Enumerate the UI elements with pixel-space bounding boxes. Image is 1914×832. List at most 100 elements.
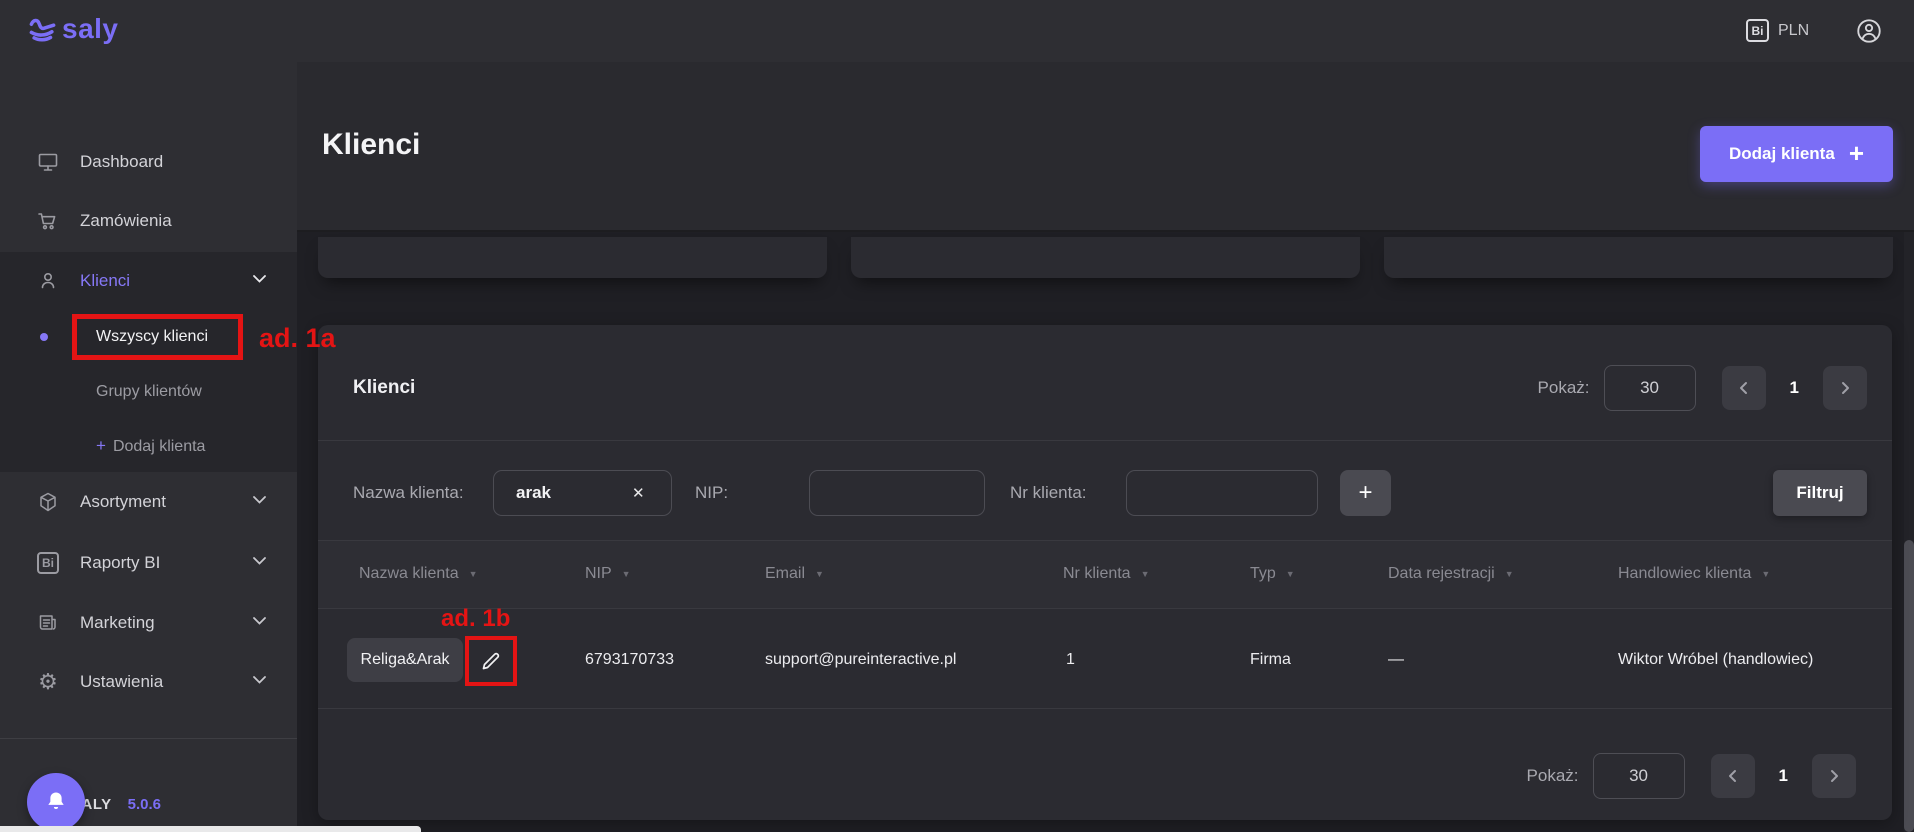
bottom-pagination: Pokaż: 30 1 — [1527, 753, 1856, 799]
nip-filter-label: NIP: — [695, 483, 728, 503]
nip-filter-input[interactable] — [809, 470, 985, 516]
active-bullet-icon — [40, 333, 48, 341]
table-row: ad. 1b Religa&Arak 6793170733 support@pu… — [318, 609, 1892, 708]
registration-date-cell: — — [1388, 651, 1404, 669]
next-page-button[interactable] — [1823, 366, 1867, 410]
type-cell: Firma — [1250, 651, 1291, 669]
sort-icon: ▼ — [1286, 569, 1295, 579]
sidebar-item-dashboard[interactable]: Dashboard — [0, 138, 297, 186]
scrollbar-thumb[interactable] — [1904, 540, 1914, 832]
sidebar-footer-divider — [0, 738, 297, 739]
client-name-cell[interactable]: Religa&Arak — [347, 638, 463, 682]
page-size-select[interactable]: 30 — [1604, 365, 1696, 411]
chevron-down-icon — [252, 616, 267, 626]
sidebar-item-label: Ustawienia — [80, 672, 163, 692]
person-icon — [36, 269, 60, 293]
sort-icon: ▼ — [622, 569, 631, 579]
next-page-button[interactable] — [1812, 754, 1856, 798]
sidebar-subitem-label: +Dodaj klienta — [96, 436, 205, 456]
chevron-down-icon — [252, 556, 267, 566]
chevron-down-icon — [252, 675, 267, 685]
page-title: Klienci — [322, 128, 420, 162]
clear-filter-icon[interactable]: ✕ — [632, 484, 645, 502]
edit-client-button[interactable] — [465, 636, 517, 686]
email-cell: support@pureinteractive.pl — [765, 651, 956, 669]
prev-page-button[interactable] — [1711, 754, 1755, 798]
stat-card-partial-3 — [1384, 237, 1893, 278]
plus-icon: + — [1849, 143, 1864, 163]
client-no-filter-label: Nr klienta: — [1010, 483, 1087, 503]
current-page-number: 1 — [1779, 766, 1788, 786]
sidebar: Dashboard Zamówienia Klienci Wszyscy kli… — [0, 62, 297, 832]
column-header-data-rejestracji[interactable]: Data rejestracji▼ — [1388, 565, 1514, 583]
sort-icon: ▼ — [1761, 569, 1770, 579]
clients-panel: Klienci Pokaż: 30 1 Nazwa klienta: ✕ NIP… — [318, 325, 1892, 820]
sort-icon: ▼ — [815, 569, 824, 579]
top-bar: saly Bi PLN — [0, 0, 1914, 62]
sidebar-item-label: Asortyment — [80, 492, 166, 512]
sidebar-item-label: Marketing — [80, 613, 155, 633]
prev-page-button[interactable] — [1722, 366, 1766, 410]
plus-icon: + — [96, 436, 106, 455]
column-header-nazwa-klienta[interactable]: Nazwa klienta▼ — [359, 565, 478, 583]
annotation-label-1a: ad. 1a — [259, 323, 336, 354]
currency-selector[interactable]: Bi PLN — [1746, 19, 1809, 42]
column-header-email[interactable]: Email▼ — [765, 565, 824, 583]
bottom-edge-bar — [0, 826, 421, 832]
currency-bi-icon: Bi — [1746, 19, 1769, 42]
sort-icon: ▼ — [469, 569, 478, 579]
sidebar-subitem-label: Grupy klientów — [96, 383, 202, 401]
sidebar-item-marketing[interactable]: Marketing — [0, 599, 297, 647]
annotation-box-1a — [72, 314, 243, 360]
sidebar-subitem-dodaj-klienta[interactable]: +Dodaj klienta — [0, 421, 297, 469]
sidebar-item-asortyment[interactable]: Asortyment — [0, 478, 297, 526]
app-logo[interactable]: saly — [28, 13, 119, 45]
app-version-number: 5.0.6 — [128, 796, 161, 813]
show-label: Pokaż: — [1538, 378, 1590, 398]
monitor-icon — [36, 150, 60, 174]
column-header-nip[interactable]: NIP▼ — [585, 565, 631, 583]
client-no-cell: 1 — [1066, 651, 1075, 669]
sidebar-item-zamowienia[interactable]: Zamówienia — [0, 197, 297, 245]
filter-submit-button[interactable]: Filtruj — [1773, 470, 1867, 516]
filters-row: Nazwa klienta: ✕ NIP: Nr klienta: + Filt… — [318, 440, 1892, 540]
column-header-handlowiec[interactable]: Handlowiec klienta▼ — [1618, 565, 1770, 583]
sidebar-subitem-grupy-klientow[interactable]: Grupy klientów — [0, 368, 297, 416]
sort-icon: ▼ — [1505, 569, 1514, 579]
notifications-bell-button[interactable] — [27, 773, 85, 831]
sidebar-item-raporty-bi[interactable]: Bi Raporty BI — [0, 539, 297, 587]
gear-icon: ⚙ — [36, 670, 60, 694]
panel-divider — [318, 708, 1892, 709]
add-client-button[interactable]: Dodaj klienta + — [1700, 126, 1893, 182]
column-header-nr-klienta[interactable]: Nr klienta▼ — [1063, 565, 1150, 583]
table-header-row: Nazwa klienta▼ NIP▼ Email▼ Nr klienta▼ T… — [318, 541, 1892, 608]
client-no-filter-input[interactable] — [1126, 470, 1318, 516]
add-filter-button[interactable]: + — [1340, 470, 1391, 516]
cube-icon — [36, 490, 60, 514]
bi-icon: Bi — [36, 551, 60, 575]
chevron-down-icon — [252, 495, 267, 505]
sidebar-item-klienci[interactable]: Klienci — [0, 257, 297, 305]
cart-icon — [36, 209, 60, 233]
column-header-typ[interactable]: Typ▼ — [1250, 565, 1295, 583]
sort-icon: ▼ — [1141, 569, 1150, 579]
stat-card-partial-1 — [318, 237, 827, 278]
news-icon — [36, 611, 60, 635]
annotation-label-1b: ad. 1b — [441, 605, 510, 633]
top-pagination: Pokaż: 30 1 — [1538, 365, 1867, 411]
logo-cart-icon — [28, 15, 58, 43]
client-name-filter-input[interactable] — [493, 470, 672, 516]
pencil-icon — [479, 649, 503, 673]
sidebar-item-label: Klienci — [80, 271, 130, 291]
bell-icon — [43, 789, 69, 815]
logo-text: saly — [62, 13, 119, 45]
page-size-select[interactable]: 30 — [1593, 753, 1685, 799]
sidebar-item-ustawienia[interactable]: ⚙ Ustawienia — [0, 658, 297, 706]
salesperson-cell: Wiktor Wróbel (handlowiec) — [1618, 651, 1813, 669]
panel-title: Klienci — [353, 377, 415, 399]
add-client-button-label: Dodaj klienta — [1729, 144, 1835, 164]
currency-code: PLN — [1778, 22, 1809, 40]
sidebar-item-label: Zamówienia — [80, 211, 172, 231]
user-menu-icon[interactable] — [1855, 17, 1883, 45]
sidebar-item-label: Raporty BI — [80, 553, 160, 573]
